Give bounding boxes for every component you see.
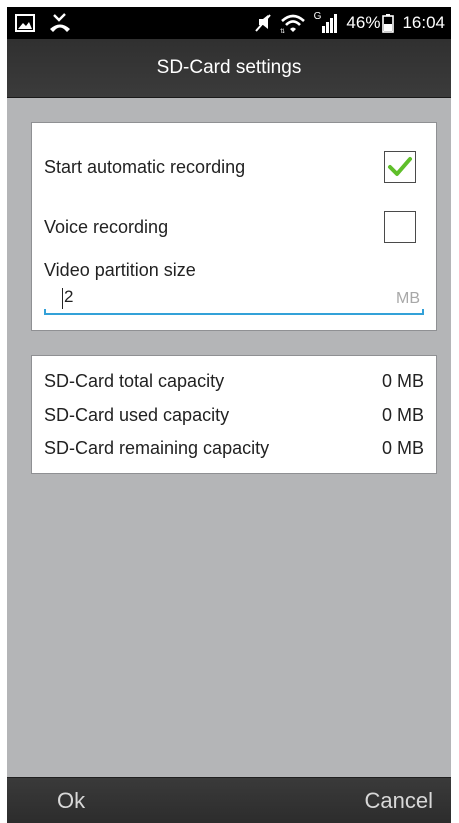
auto-recording-label: Start automatic recording — [44, 157, 246, 177]
capacity-label: SD-Card total capacity — [44, 371, 225, 391]
capacity-label: SD-Card used capacity — [44, 405, 230, 425]
input-underline-left-tick — [44, 309, 46, 315]
checkmark-icon — [388, 157, 412, 176]
missed-call-icon — [49, 13, 71, 38]
wifi-icon: ⇅ — [280, 13, 306, 33]
text-cursor — [62, 288, 63, 309]
phone-screen: ⇅ G 46% 16:04 SD-Card settings Start aut… — [7, 7, 451, 823]
capacity-row-remaining: SD-Card remaining capacity 0 MB — [44, 438, 424, 462]
title-bar: SD-Card settings — [7, 39, 451, 98]
auto-recording-checkbox[interactable] — [384, 151, 416, 183]
input-underline-right-tick — [422, 309, 424, 315]
input-underline — [44, 313, 424, 315]
capacity-row-used: SD-Card used capacity 0 MB — [44, 405, 424, 429]
status-right-icons: ⇅ G 46% 16:04 — [254, 7, 445, 39]
voice-recording-checkbox[interactable] — [384, 211, 416, 243]
partition-size-label: Video partition size — [44, 260, 196, 280]
partition-size-unit: MB — [396, 290, 420, 307]
voice-recording-label: Voice recording — [44, 217, 169, 237]
signal-icon: G — [313, 11, 339, 33]
status-left-icons — [15, 13, 71, 38]
signal-type-label: G — [313, 11, 322, 22]
bottom-button-bar: Ok Cancel — [7, 777, 451, 823]
status-bar: ⇅ G 46% 16:04 — [7, 7, 451, 39]
battery-percent: 46% — [346, 13, 381, 32]
status-time: 16:04 — [402, 13, 445, 32]
mute-icon — [254, 13, 272, 33]
capacity-value: 0 MB — [381, 405, 424, 425]
capacity-value: 0 MB — [381, 438, 424, 458]
partition-size-input[interactable]: 2 MB — [44, 287, 424, 315]
image-icon — [15, 14, 35, 37]
capacity-label: SD-Card remaining capacity — [44, 438, 270, 458]
svg-text:⇅: ⇅ — [280, 29, 285, 33]
capacity-row-total: SD-Card total capacity 0 MB — [44, 371, 424, 395]
cancel-button[interactable]: Cancel — [365, 778, 433, 823]
capacity-card: SD-Card total capacity 0 MB SD-Card used… — [31, 355, 437, 474]
battery-indicator: 46% — [346, 13, 395, 33]
ok-button[interactable]: Ok — [57, 778, 85, 823]
page-title: SD-Card settings — [156, 57, 302, 78]
battery-icon — [382, 13, 395, 33]
capacity-value: 0 MB — [381, 371, 424, 391]
recording-settings-card: Start automatic recording Voice recordin… — [31, 122, 437, 331]
partition-size-value[interactable]: 2 — [64, 287, 73, 307]
